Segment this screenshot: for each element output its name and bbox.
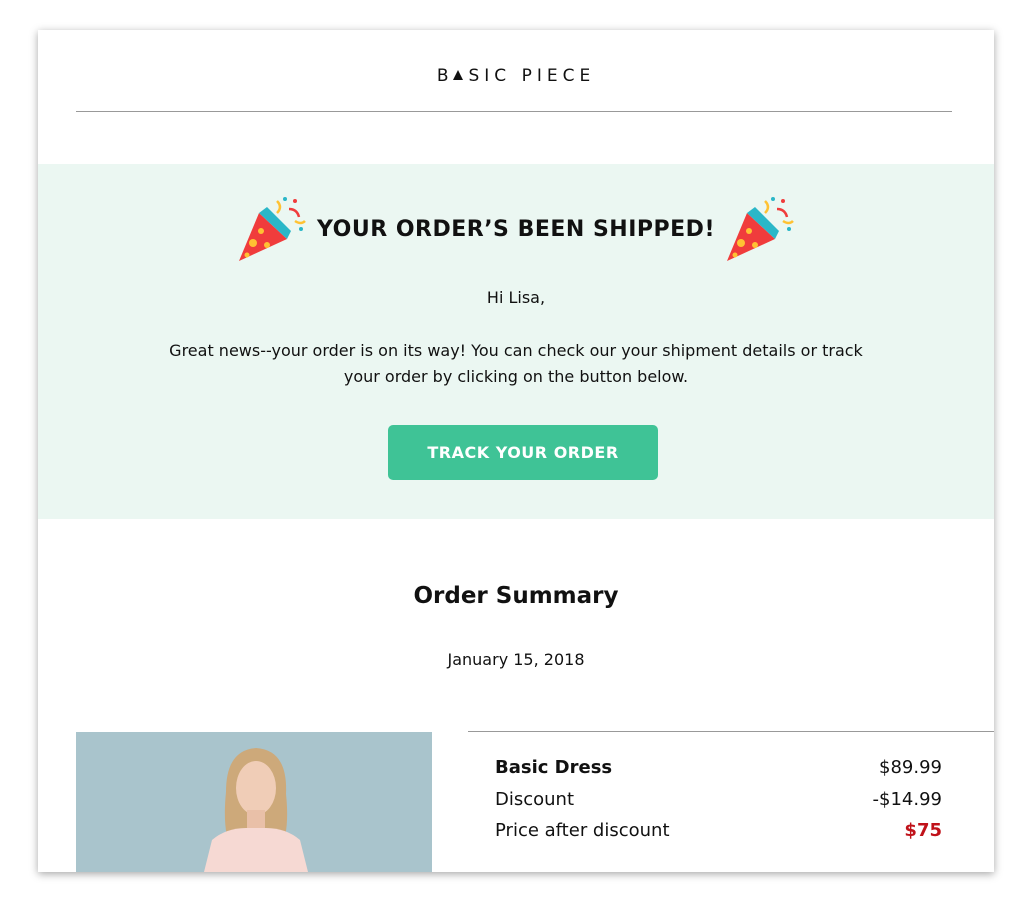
hero-title: YOUR ORDER’S BEEN SHIPPED! (317, 217, 715, 242)
model-photo-illustration (76, 732, 432, 872)
shipment-message: Great news--your order is on its way! Yo… (169, 341, 863, 386)
discount-row: Discount -$14.99 (495, 789, 942, 810)
track-order-button[interactable]: TRACK YOUR ORDER (388, 425, 658, 480)
greeting-text: Hi Lisa, (486, 288, 546, 307)
order-summary-title: Order Summary (413, 583, 619, 609)
final-price-amount: $75 (904, 820, 942, 841)
hero-title-row: YOUR ORDER’S BEEN SHIPPED! (38, 192, 994, 267)
logo-triangle-icon (453, 70, 464, 80)
shipped-banner: YOUR ORDER’S BEEN SHIPPED! Hi Lisa, Grea… (38, 164, 994, 519)
items-divider (468, 731, 994, 732)
line-item: Basic Dress $89.99 (495, 757, 942, 778)
logo-text-end: SIC PIECE (468, 66, 596, 86)
party-popper-icon (726, 196, 794, 261)
product-image (76, 732, 432, 872)
discount-amount: -$14.99 (872, 789, 942, 810)
header-divider (76, 111, 952, 112)
final-price-row: Price after discount $75 (495, 820, 942, 841)
party-popper-icon (239, 196, 306, 261)
order-date: January 15, 2018 (447, 650, 585, 669)
item-price: $89.99 (879, 757, 942, 778)
brand-logo[interactable]: B SIC PIECE (38, 66, 994, 86)
email-card: B SIC PIECE YOUR ORDER’S BEEN SHIPPED! H… (38, 30, 994, 872)
discount-label: Discount (495, 789, 575, 810)
item-name: Basic Dress (495, 757, 613, 778)
logo-text-start: B (436, 66, 454, 86)
final-price-label: Price after discount (495, 820, 670, 841)
